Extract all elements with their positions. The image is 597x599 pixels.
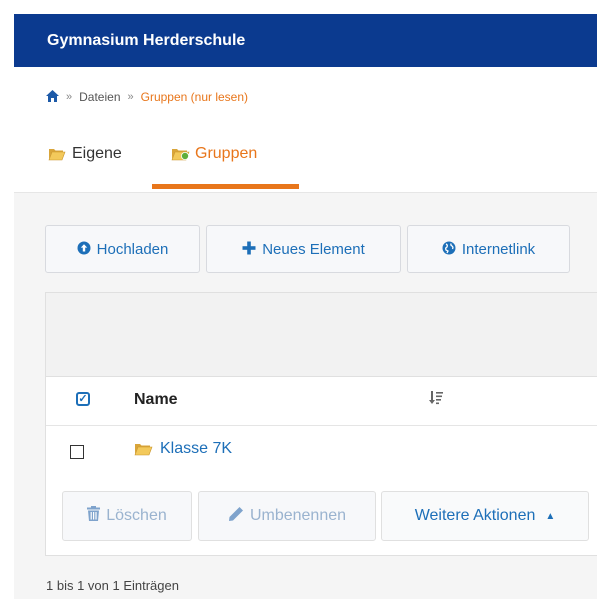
action-bar: Löschen Umbenennen Weitere Aktionen ▲: [45, 483, 597, 556]
row-checkbox[interactable]: [70, 445, 84, 459]
row-name-link[interactable]: Klasse 7K: [134, 440, 232, 458]
internet-link-button[interactable]: Internetlink: [407, 225, 570, 273]
rename-button[interactable]: Umbenennen: [198, 491, 376, 541]
sort-icon[interactable]: [429, 391, 444, 409]
select-all-checkbox[interactable]: ✓: [76, 392, 90, 406]
more-actions-label: Weitere Aktionen: [414, 507, 536, 524]
tab-groups[interactable]: Gruppen: [153, 141, 299, 167]
breadcrumb-separator: »: [127, 91, 134, 103]
app-header: Gymnasium Herderschule: [14, 14, 597, 67]
new-element-label: Neues Element: [262, 240, 365, 258]
upload-circle-icon: [77, 241, 91, 258]
pagination-info: 1 bis 1 von 1 Einträgen: [46, 578, 179, 593]
pencil-icon: [228, 506, 244, 527]
file-table: ✓ Name Klasse 7K: [45, 292, 597, 489]
table-row[interactable]: Klasse 7K: [46, 426, 597, 474]
globe-icon: [442, 241, 456, 258]
caret-up-icon: ▲: [545, 510, 556, 522]
active-tab-indicator: [152, 184, 299, 189]
tab-own-label: Eigene: [72, 145, 122, 162]
upload-button[interactable]: Hochladen: [45, 225, 200, 273]
row-name-label: Klasse 7K: [160, 440, 233, 457]
rename-label: Umbenennen: [249, 507, 347, 524]
table-header-row: ✓ Name: [46, 377, 597, 426]
tab-own[interactable]: Eigene: [48, 141, 122, 167]
folder-icon: [134, 442, 153, 456]
breadcrumb-item-files[interactable]: Dateien: [79, 90, 120, 104]
internet-link-label: Internetlink: [461, 240, 536, 258]
column-header-name[interactable]: Name: [134, 391, 178, 409]
new-element-button[interactable]: Neues Element: [206, 225, 401, 273]
file-panel: Hochladen Neues Element Internetlink ✓ N…: [14, 193, 597, 599]
folder-open-icon: [48, 147, 66, 161]
app-title: Gymnasium Herderschule: [47, 31, 246, 49]
upload-label: Hochladen: [96, 240, 169, 258]
breadcrumb-separator: »: [66, 91, 73, 103]
breadcrumb-item-current: Gruppen (nur lesen): [140, 90, 249, 104]
table-toolbar: [46, 293, 597, 377]
plus-icon: [242, 241, 256, 258]
tab-bar: Eigene Gruppen: [14, 126, 597, 193]
tab-groups-label: Gruppen: [195, 145, 258, 162]
home-icon[interactable]: [46, 89, 59, 105]
breadcrumb: » Dateien » Gruppen (nur lesen): [46, 88, 248, 106]
delete-label: Löschen: [106, 507, 167, 524]
trash-icon: [87, 506, 101, 526]
more-actions-button[interactable]: Weitere Aktionen ▲: [381, 491, 589, 541]
shared-folder-icon: [171, 147, 190, 161]
delete-button[interactable]: Löschen: [62, 491, 192, 541]
